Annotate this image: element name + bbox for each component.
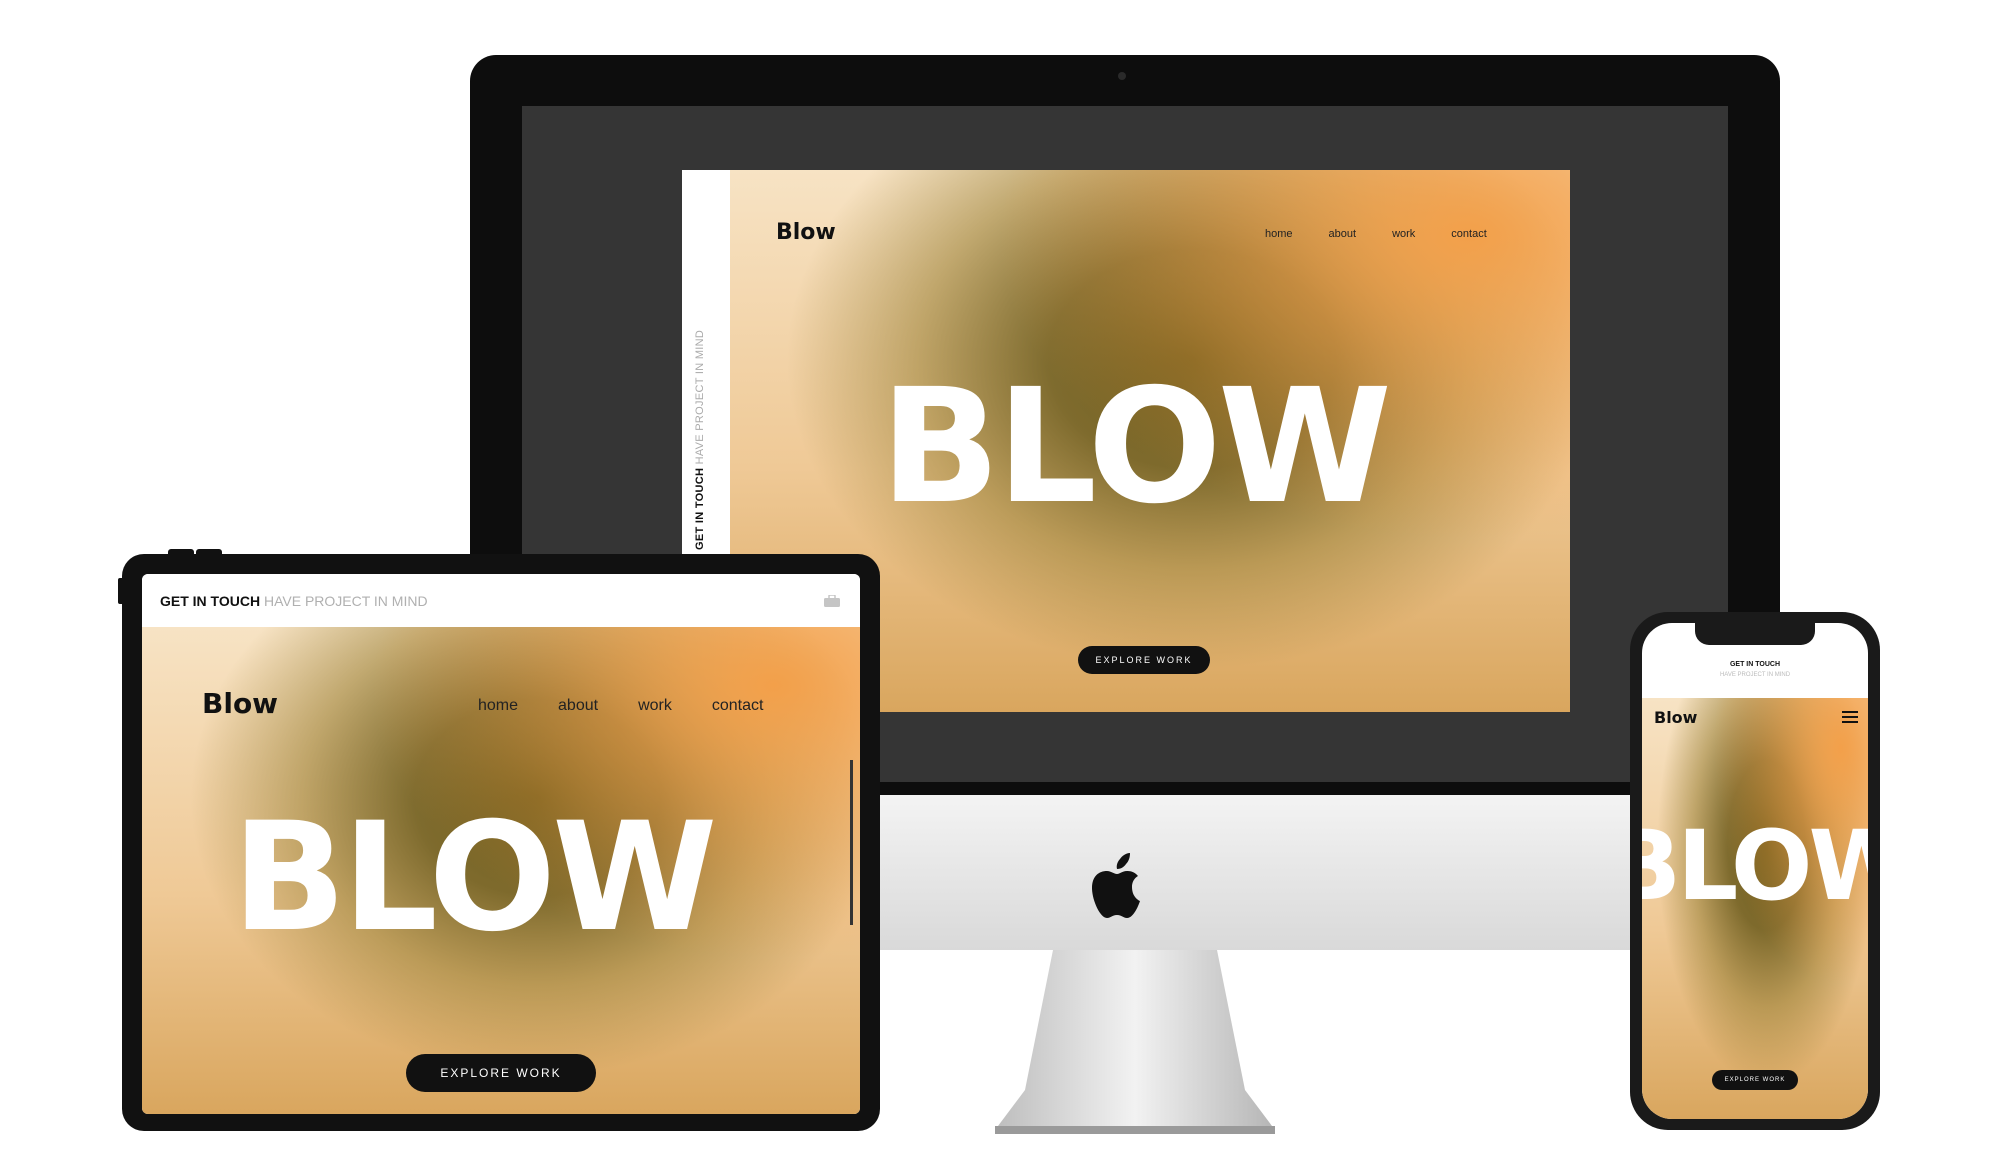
get-in-touch-label: GET IN TOUCH — [160, 593, 261, 609]
get-in-touch-label: GET IN TOUCH — [694, 467, 706, 550]
hero-title: BLOW — [880, 355, 1392, 539]
nav-contact[interactable]: contact — [1451, 228, 1486, 240]
explore-work-button[interactable]: EXPLORE WORK — [1078, 646, 1210, 674]
hero-title: BLOW — [232, 791, 718, 965]
site-logo[interactable]: Blow — [1654, 708, 1697, 727]
tablet-nav: home about work contact — [478, 697, 763, 715]
get-in-touch-link[interactable]: GET IN TOUCH HAVE PROJECT IN MIND — [160, 593, 428, 609]
apple-logo-icon — [1092, 853, 1140, 918]
nav-home[interactable]: home — [1265, 228, 1293, 240]
get-in-touch-link[interactable]: GET IN TOUCH HAVE PROJECT IN MIND — [694, 330, 706, 550]
nav-work[interactable]: work — [638, 697, 672, 715]
nav-work[interactable]: work — [1392, 228, 1415, 240]
desktop-nav: home about work contact — [1265, 228, 1487, 240]
mobile-hero: Blow BLOW EXPLORE WORK — [1642, 698, 1868, 1119]
get-in-touch-label[interactable]: GET IN TOUCH — [1642, 661, 1868, 668]
project-label: HAVE PROJECT IN MIND — [260, 593, 428, 609]
explore-work-button[interactable]: EXPLORE WORK — [406, 1054, 596, 1092]
nav-about[interactable]: about — [558, 697, 598, 715]
nav-contact[interactable]: contact — [712, 697, 764, 715]
tablet-hero: Blow home about work contact BLOW EXPLOR… — [142, 627, 860, 1114]
nav-about[interactable]: about — [1329, 228, 1357, 240]
mobile-website: GET IN TOUCH HAVE PROJECT IN MIND Blow B… — [1642, 623, 1868, 1119]
project-label: HAVE PROJECT IN MIND — [694, 329, 706, 468]
imac-stand — [995, 940, 1275, 1134]
site-logo[interactable]: Blow — [202, 687, 278, 720]
explore-work-button[interactable]: EXPLORE WORK — [1712, 1070, 1798, 1090]
briefcase-icon[interactable] — [824, 595, 840, 607]
hero-title: BLOW — [1642, 810, 1868, 922]
scrollbar[interactable] — [850, 760, 853, 925]
site-logo[interactable]: Blow — [776, 220, 836, 245]
project-label: HAVE PROJECT IN MIND — [1719, 672, 1791, 678]
nav-home[interactable]: home — [478, 697, 518, 715]
tablet-topbar: GET IN TOUCH HAVE PROJECT IN MIND — [142, 574, 860, 627]
camera-icon — [1118, 72, 1126, 80]
hamburger-menu-icon[interactable] — [1842, 711, 1858, 723]
tablet-website: GET IN TOUCH HAVE PROJECT IN MIND Blow h… — [142, 574, 860, 1114]
phone-notch — [1695, 623, 1815, 645]
